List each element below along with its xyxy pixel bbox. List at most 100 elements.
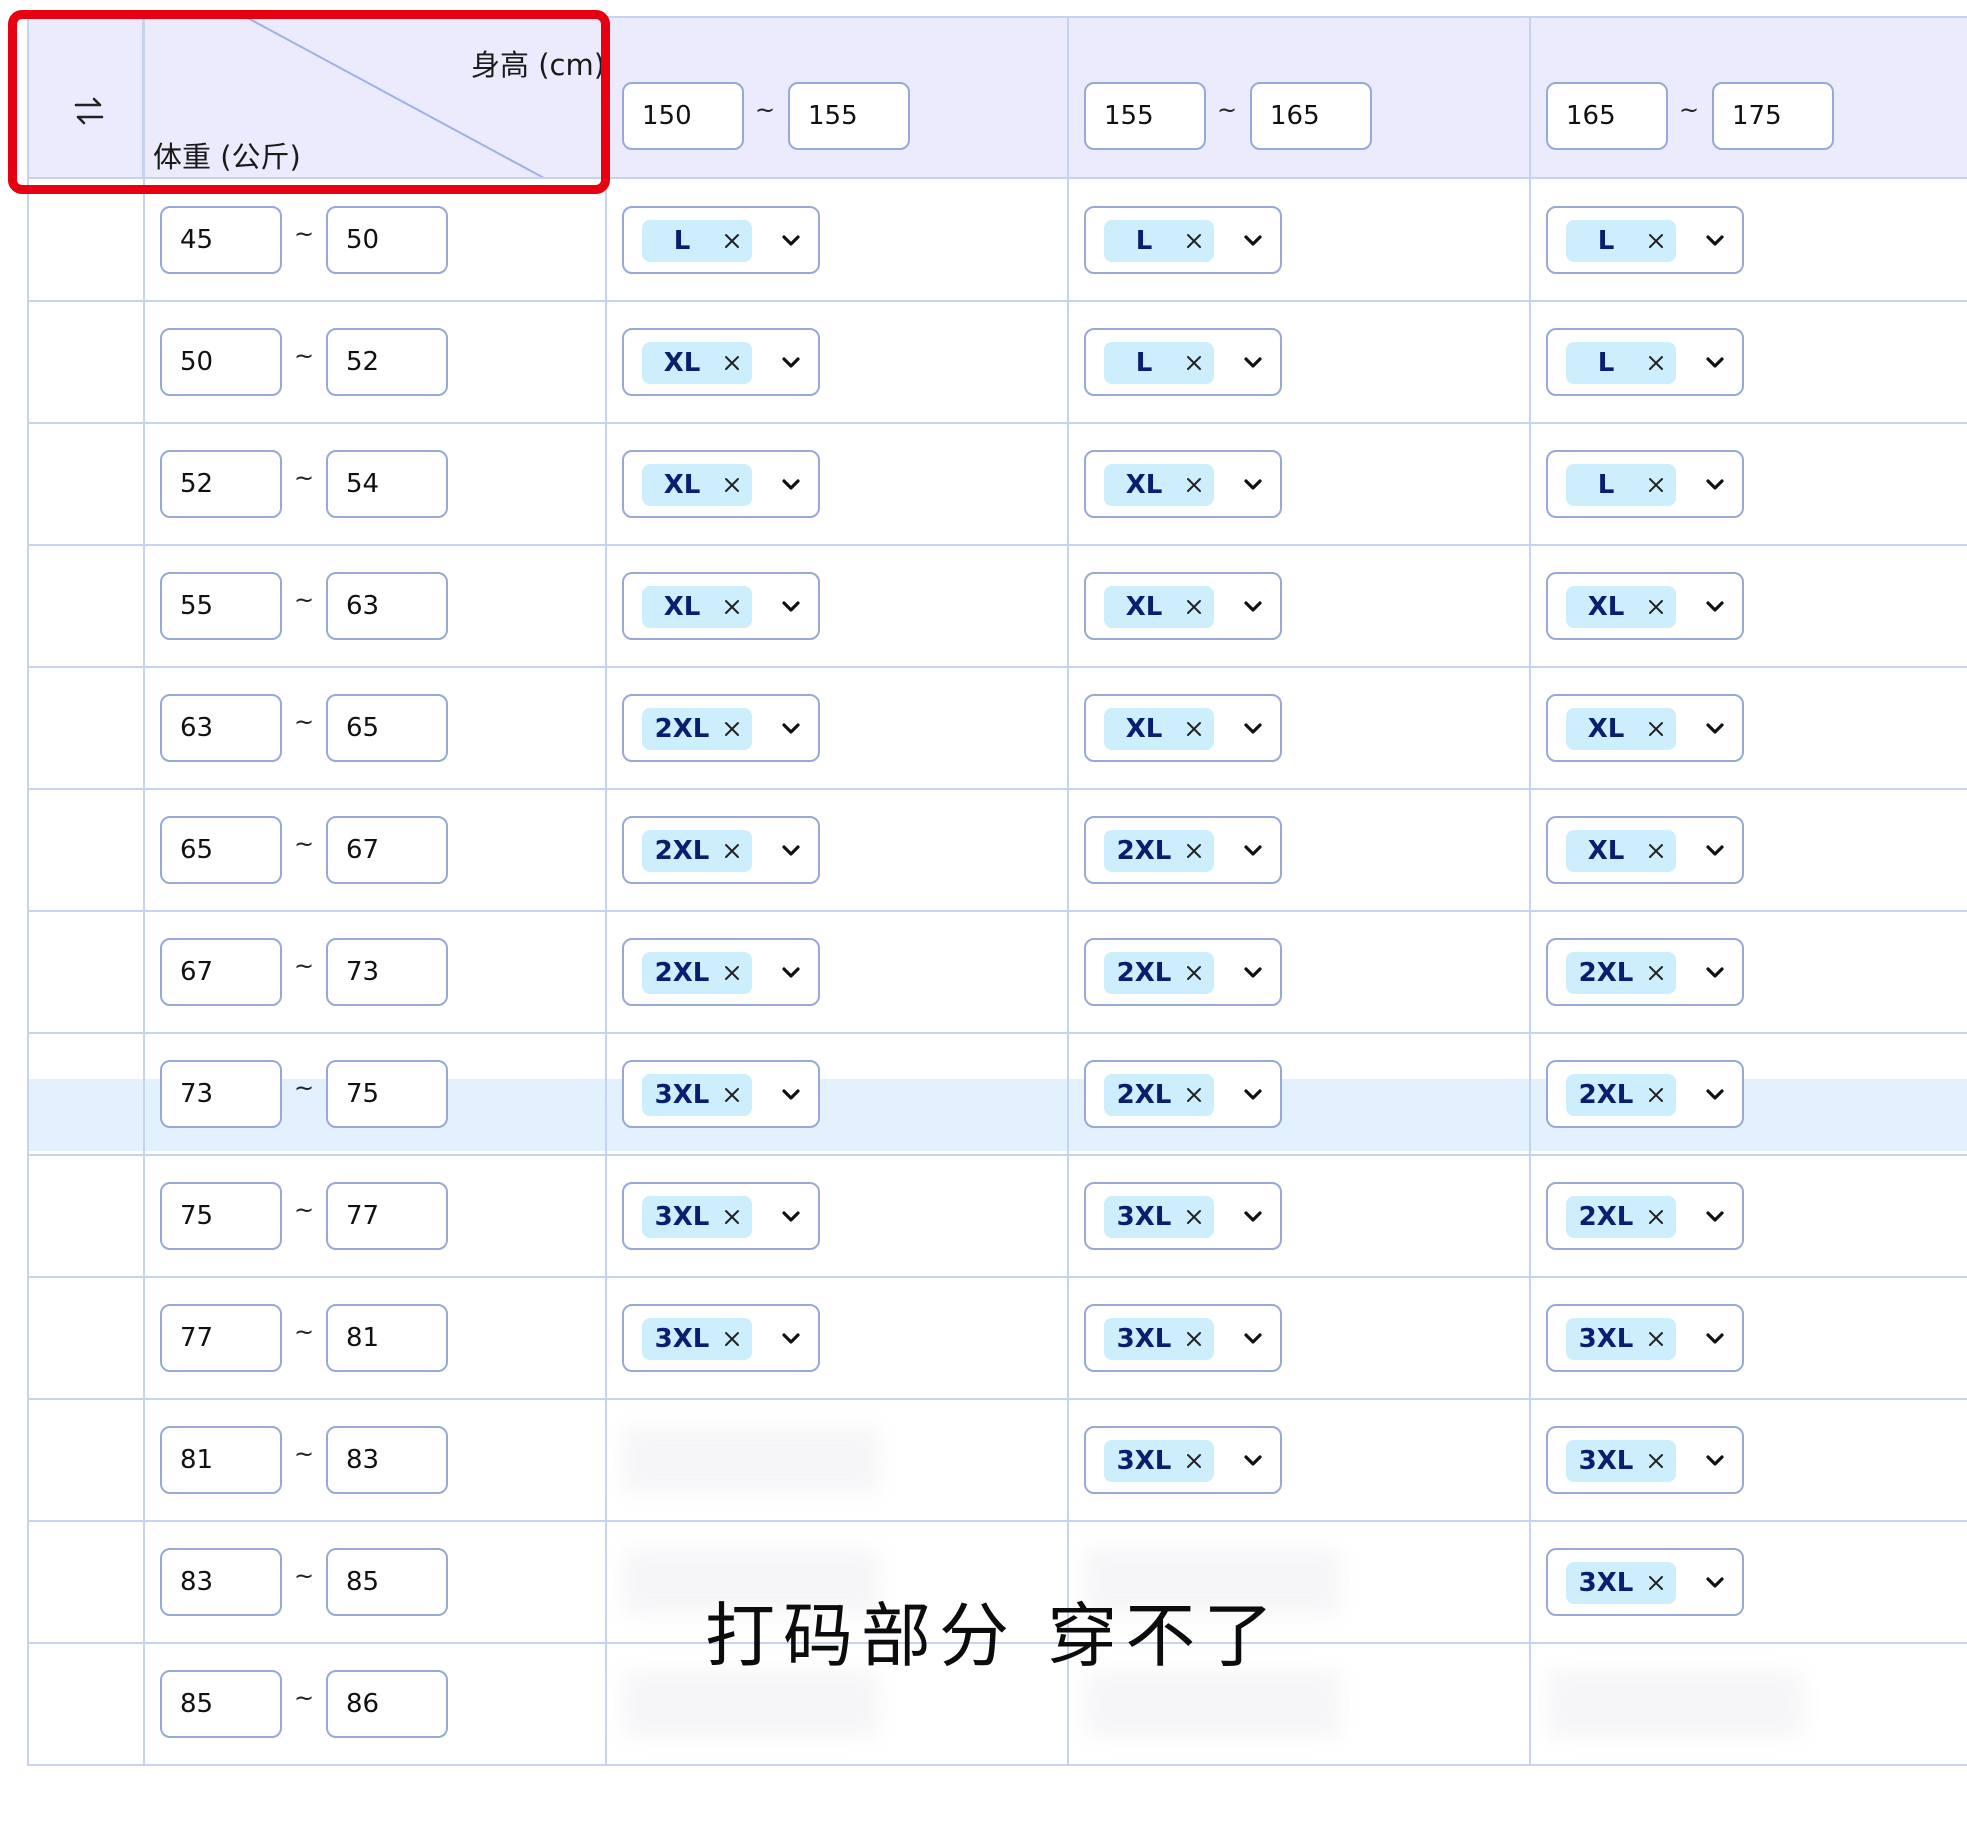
size-select[interactable]: L bbox=[1546, 450, 1744, 518]
size-select[interactable]: XL bbox=[622, 450, 820, 518]
remove-tag-icon[interactable] bbox=[1646, 475, 1666, 495]
chevron-down-icon[interactable] bbox=[1704, 1453, 1726, 1469]
size-select[interactable]: XL bbox=[622, 572, 820, 640]
size-select[interactable]: 3XL bbox=[1546, 1304, 1744, 1372]
chevron-down-icon[interactable] bbox=[780, 965, 802, 981]
weight-max-input[interactable]: 77 bbox=[326, 1182, 448, 1250]
weight-min-input[interactable]: 55 bbox=[160, 572, 282, 640]
remove-tag-icon[interactable] bbox=[722, 841, 742, 861]
remove-tag-icon[interactable] bbox=[1184, 1451, 1204, 1471]
remove-tag-icon[interactable] bbox=[1646, 353, 1666, 373]
chevron-down-icon[interactable] bbox=[1704, 599, 1726, 615]
chevron-down-icon[interactable] bbox=[1704, 1087, 1726, 1103]
remove-tag-icon[interactable] bbox=[1646, 963, 1666, 983]
chevron-down-icon[interactable] bbox=[1704, 233, 1726, 249]
chevron-down-icon[interactable] bbox=[780, 1209, 802, 1225]
chevron-down-icon[interactable] bbox=[1242, 477, 1264, 493]
size-select[interactable]: 3XL bbox=[622, 1304, 820, 1372]
remove-tag-icon[interactable] bbox=[1646, 1085, 1666, 1105]
remove-tag-icon[interactable] bbox=[1184, 597, 1204, 617]
weight-min-input[interactable]: 63 bbox=[160, 694, 282, 762]
remove-tag-icon[interactable] bbox=[1646, 1573, 1666, 1593]
remove-tag-icon[interactable] bbox=[722, 1085, 742, 1105]
chevron-down-icon[interactable] bbox=[780, 1331, 802, 1347]
size-select[interactable]: 3XL bbox=[1084, 1182, 1282, 1250]
size-select[interactable]: XL bbox=[1546, 572, 1744, 640]
size-select[interactable]: XL bbox=[1546, 816, 1744, 884]
remove-tag-icon[interactable] bbox=[1184, 963, 1204, 983]
chevron-down-icon[interactable] bbox=[780, 599, 802, 615]
remove-tag-icon[interactable] bbox=[1646, 841, 1666, 861]
weight-max-input[interactable]: 52 bbox=[326, 328, 448, 396]
chevron-down-icon[interactable] bbox=[1242, 1331, 1264, 1347]
chevron-down-icon[interactable] bbox=[1242, 1209, 1264, 1225]
size-select[interactable]: 2XL bbox=[1546, 938, 1744, 1006]
remove-tag-icon[interactable] bbox=[1184, 231, 1204, 251]
remove-tag-icon[interactable] bbox=[1184, 1329, 1204, 1349]
weight-max-input[interactable]: 67 bbox=[326, 816, 448, 884]
remove-tag-icon[interactable] bbox=[1646, 231, 1666, 251]
height-min-input[interactable]: 155 bbox=[1084, 82, 1206, 150]
weight-max-input[interactable]: 81 bbox=[326, 1304, 448, 1372]
weight-max-input[interactable]: 54 bbox=[326, 450, 448, 518]
size-select[interactable]: XL bbox=[1084, 572, 1282, 640]
weight-min-input[interactable]: 77 bbox=[160, 1304, 282, 1372]
weight-max-input[interactable]: 75 bbox=[326, 1060, 448, 1128]
remove-tag-icon[interactable] bbox=[1184, 1207, 1204, 1227]
chevron-down-icon[interactable] bbox=[1704, 965, 1726, 981]
remove-tag-icon[interactable] bbox=[1184, 1085, 1204, 1105]
weight-max-input[interactable]: 85 bbox=[326, 1548, 448, 1616]
size-select[interactable]: L bbox=[1546, 206, 1744, 274]
chevron-down-icon[interactable] bbox=[780, 721, 802, 737]
size-select[interactable]: 2XL bbox=[622, 694, 820, 762]
chevron-down-icon[interactable] bbox=[1704, 1331, 1726, 1347]
remove-tag-icon[interactable] bbox=[722, 1329, 742, 1349]
weight-max-input[interactable]: 65 bbox=[326, 694, 448, 762]
size-select[interactable]: XL bbox=[622, 328, 820, 396]
weight-max-input[interactable]: 50 bbox=[326, 206, 448, 274]
size-select[interactable]: 3XL bbox=[622, 1182, 820, 1250]
size-select[interactable]: XL bbox=[1084, 694, 1282, 762]
weight-min-input[interactable]: 85 bbox=[160, 1670, 282, 1738]
weight-max-input[interactable]: 73 bbox=[326, 938, 448, 1006]
chevron-down-icon[interactable] bbox=[780, 233, 802, 249]
height-max-input[interactable]: 165 bbox=[1250, 82, 1372, 150]
remove-tag-icon[interactable] bbox=[1184, 719, 1204, 739]
size-select[interactable]: 2XL bbox=[1546, 1060, 1744, 1128]
size-select[interactable]: L bbox=[622, 206, 820, 274]
size-select[interactable]: 2XL bbox=[1084, 1060, 1282, 1128]
weight-max-input[interactable]: 83 bbox=[326, 1426, 448, 1494]
size-select[interactable]: 2XL bbox=[1084, 938, 1282, 1006]
weight-min-input[interactable]: 45 bbox=[160, 206, 282, 274]
size-select[interactable]: XL bbox=[1546, 694, 1744, 762]
weight-min-input[interactable]: 73 bbox=[160, 1060, 282, 1128]
remove-tag-icon[interactable] bbox=[1184, 841, 1204, 861]
size-select[interactable]: 3XL bbox=[1084, 1304, 1282, 1372]
chevron-down-icon[interactable] bbox=[1704, 1575, 1726, 1591]
remove-tag-icon[interactable] bbox=[1646, 1329, 1666, 1349]
chevron-down-icon[interactable] bbox=[780, 1087, 802, 1103]
remove-tag-icon[interactable] bbox=[722, 597, 742, 617]
chevron-down-icon[interactable] bbox=[1242, 1087, 1264, 1103]
chevron-down-icon[interactable] bbox=[1704, 843, 1726, 859]
weight-max-input[interactable]: 86 bbox=[326, 1670, 448, 1738]
size-select[interactable]: 3XL bbox=[1546, 1426, 1744, 1494]
size-select[interactable]: 2XL bbox=[1546, 1182, 1744, 1250]
chevron-down-icon[interactable] bbox=[1242, 233, 1264, 249]
chevron-down-icon[interactable] bbox=[1704, 355, 1726, 371]
remove-tag-icon[interactable] bbox=[1646, 597, 1666, 617]
size-select[interactable]: 3XL bbox=[622, 1060, 820, 1128]
chevron-down-icon[interactable] bbox=[1242, 965, 1264, 981]
remove-tag-icon[interactable] bbox=[722, 475, 742, 495]
height-min-input[interactable]: 150 bbox=[622, 82, 744, 150]
weight-min-input[interactable]: 75 bbox=[160, 1182, 282, 1250]
size-select[interactable]: 2XL bbox=[1084, 816, 1282, 884]
chevron-down-icon[interactable] bbox=[1704, 477, 1726, 493]
chevron-down-icon[interactable] bbox=[1704, 1209, 1726, 1225]
chevron-down-icon[interactable] bbox=[1242, 355, 1264, 371]
weight-max-input[interactable]: 63 bbox=[326, 572, 448, 640]
remove-tag-icon[interactable] bbox=[1646, 1207, 1666, 1227]
remove-tag-icon[interactable] bbox=[1646, 719, 1666, 739]
remove-tag-icon[interactable] bbox=[1184, 353, 1204, 373]
chevron-down-icon[interactable] bbox=[1704, 721, 1726, 737]
